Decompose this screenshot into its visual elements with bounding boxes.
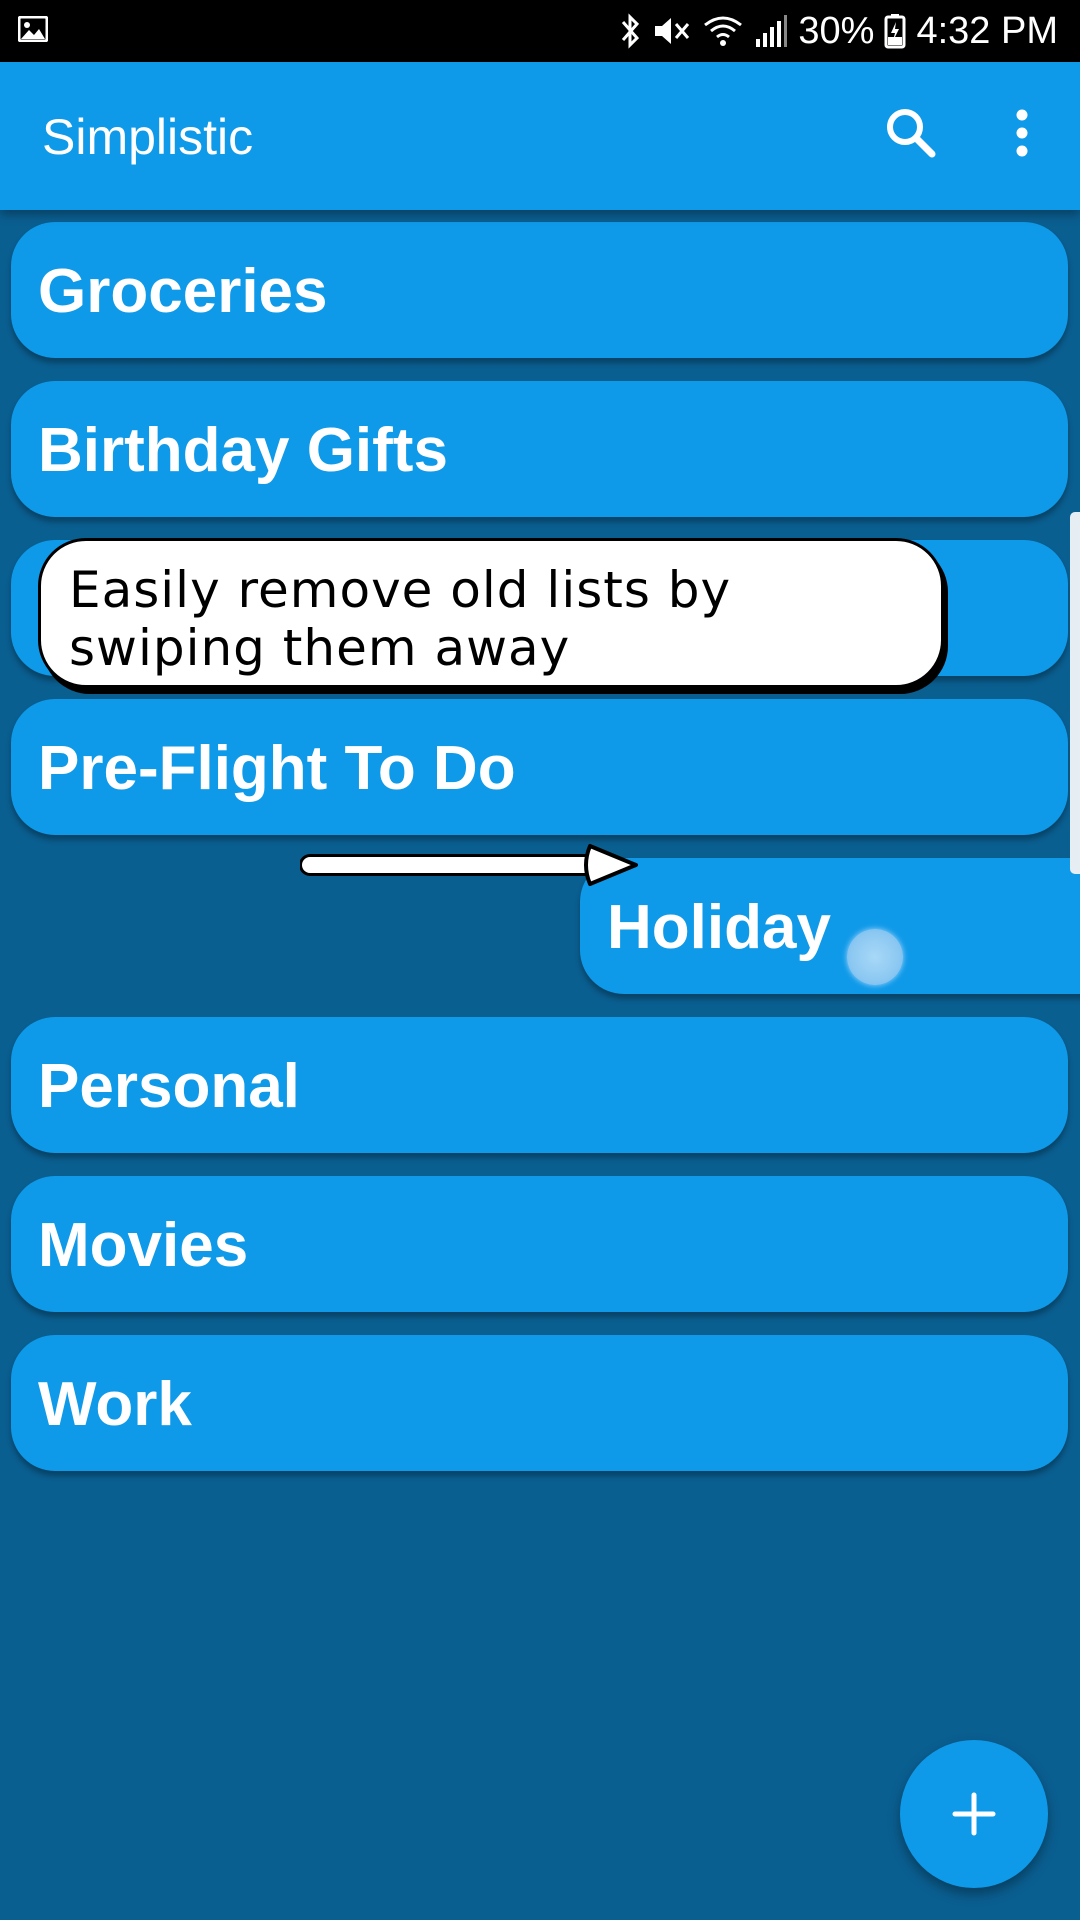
list-item-label: Movies: [38, 1211, 249, 1280]
list-item-label: Holiday: [607, 893, 831, 962]
list-item-label: Personal: [38, 1052, 300, 1121]
wifi-icon: [704, 16, 743, 46]
list-item-label: Pre-Flight To Do: [38, 734, 516, 803]
app-title: Simplistic: [42, 109, 254, 165]
search-button[interactable]: [880, 102, 942, 164]
list-item-label: Work: [38, 1370, 192, 1439]
list-item-personal[interactable]: Personal: [11, 1017, 1068, 1153]
swipe-arrow-icon: [300, 844, 638, 886]
scrollbar[interactable]: [1070, 512, 1080, 874]
battery-icon: [884, 14, 906, 49]
status-icons: 30% 4:32 PM: [618, 6, 1058, 56]
bluetooth-icon: [622, 13, 640, 49]
search-icon: [887, 109, 936, 158]
battery-percent: 30%: [798, 9, 875, 52]
onboarding-tooltip: Easily remove old lists by swiping them …: [38, 538, 944, 688]
touch-indicator: [847, 929, 903, 985]
list-item-birthday-gifts[interactable]: Birthday Gifts: [11, 381, 1068, 517]
clock: 4:32 PM: [916, 9, 1058, 52]
status-bar: 30% 4:32 PM: [0, 0, 1080, 62]
add-list-button[interactable]: [900, 1740, 1048, 1888]
signal-icon: [756, 15, 788, 47]
image-icon: [18, 16, 48, 42]
tooltip-text: Easily remove old lists by swiping them …: [69, 561, 732, 677]
list-item-groceries[interactable]: Groceries: [11, 222, 1068, 358]
list-item-movies[interactable]: Movies: [11, 1176, 1068, 1312]
list-item-label: Birthday Gifts: [38, 416, 448, 485]
list-item-work[interactable]: Work: [11, 1335, 1068, 1471]
mute-icon: [655, 18, 690, 44]
list-item-pre-flight[interactable]: Pre-Flight To Do: [11, 699, 1068, 835]
app-bar: Simplistic: [0, 62, 1080, 210]
list-item-label: Groceries: [38, 257, 328, 326]
more-vert-icon: [1016, 109, 1028, 157]
more-options-button[interactable]: [992, 102, 1052, 164]
plus-icon: [952, 1792, 996, 1836]
list-item-holiday[interactable]: Holiday: [580, 858, 1080, 994]
